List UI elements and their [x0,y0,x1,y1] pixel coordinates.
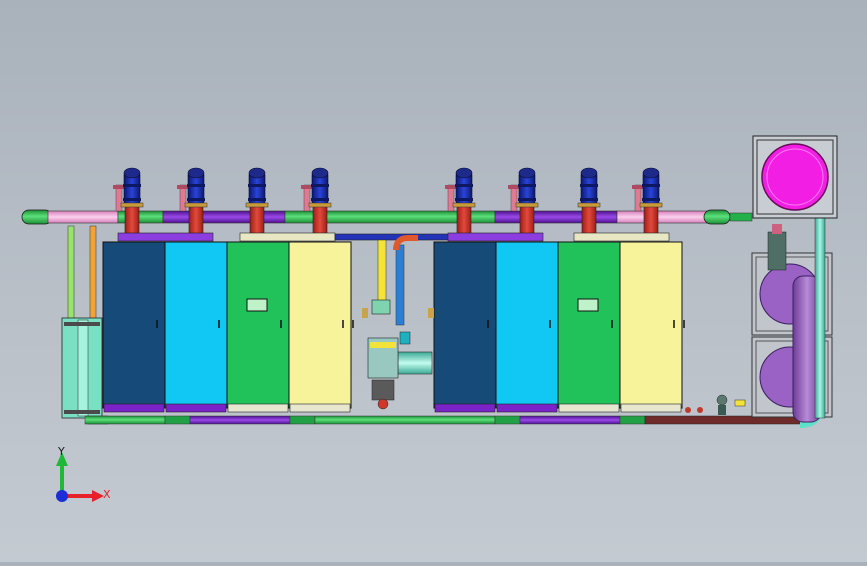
cabinet-panel[interactable] [226,241,292,413]
axis-triad-icon: Y X [56,445,111,502]
cabinet-panel[interactable] [619,241,685,413]
cabinet-panel[interactable] [164,241,230,413]
flue-stack[interactable] [577,167,601,236]
x-axis-label: X [103,488,111,501]
flue-stack[interactable] [177,167,208,236]
flange-icon [452,202,476,208]
control-display-icon [577,298,599,312]
assembly-drawing: Y X [21,135,838,502]
cad-viewport[interactable]: Y X [0,0,867,562]
flue-stack[interactable] [508,167,539,236]
cabinet-panel[interactable] [495,241,561,413]
left-heat-exchanger[interactable] [61,225,109,425]
flue-stack[interactable] [632,167,663,236]
cabinet-panel[interactable] [433,241,499,413]
cabinet-panel[interactable] [102,241,168,413]
flange-icon [308,202,332,208]
pump-assembly[interactable] [362,235,434,410]
flange-icon [184,202,208,208]
flue-stacks [113,167,663,236]
cabinet-panel[interactable] [557,241,623,413]
flue-stack[interactable] [113,167,144,236]
bottom-valves[interactable] [685,394,746,415]
valve-icon [371,299,391,315]
y-axis-label: Y [57,445,65,458]
flue-stack[interactable] [445,167,476,236]
flange-icon [577,202,601,208]
expansion-tank-stack[interactable] [751,217,833,423]
flange-icon [515,202,539,208]
valve-icon [767,231,787,271]
control-display-icon [246,298,268,312]
top-rails [117,232,670,242]
flange-icon [120,202,144,208]
flange-icon [639,202,663,208]
valve-icon [716,394,728,406]
flue-stack[interactable] [301,167,332,236]
top-right-tank[interactable] [752,135,838,219]
flange-icon [245,202,269,208]
cabinet-panel[interactable] [288,241,354,413]
flue-stack[interactable] [245,167,269,236]
